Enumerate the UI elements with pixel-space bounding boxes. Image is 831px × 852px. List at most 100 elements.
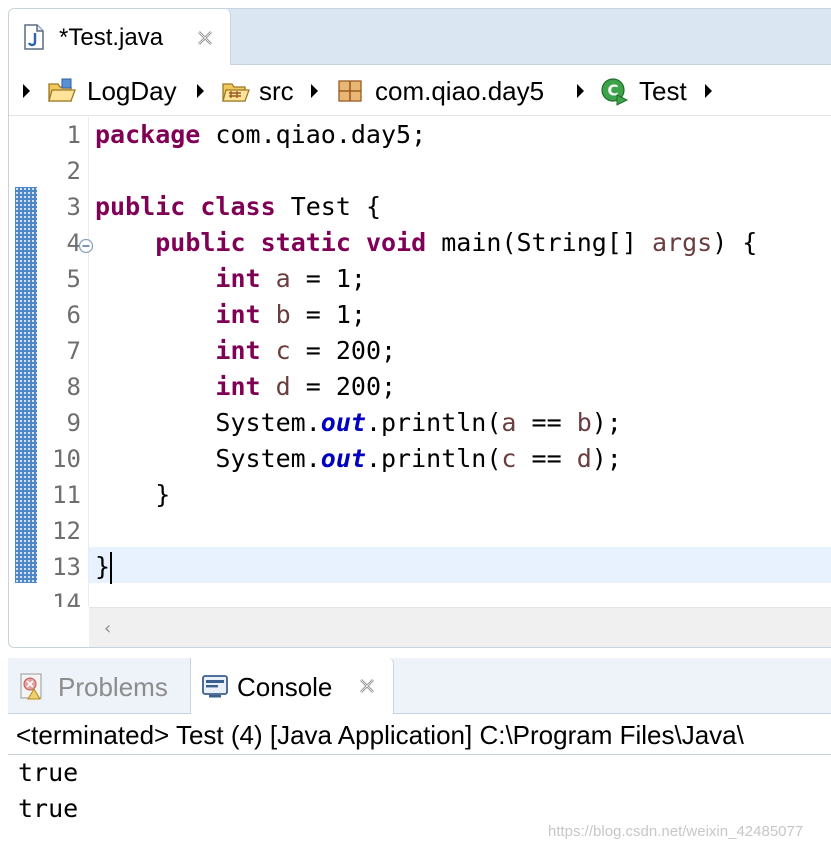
current-line-highlight (89, 547, 831, 583)
editor-tab-bar: *Test.java (9, 9, 831, 65)
code-text: ); (591, 444, 622, 473)
parameter: args (651, 228, 713, 257)
keyword: int (215, 336, 261, 365)
code-text: = 1; (290, 300, 366, 329)
breadcrumb-item-src[interactable]: src (221, 66, 294, 116)
divider (8, 754, 831, 755)
keyword: int (215, 300, 261, 329)
code-text: main(String[] (426, 228, 652, 257)
code-text: } (95, 552, 111, 581)
view-tab-bar: Problems Console (8, 658, 831, 714)
line-number: 14 (52, 589, 81, 607)
code-line-5: int a = 1; (95, 261, 366, 297)
scroll-left-button[interactable]: ‹ (104, 618, 111, 639)
line-number: 9 (66, 409, 81, 437)
code-text: == (516, 444, 577, 473)
breadcrumb-arrow[interactable] (577, 66, 584, 116)
line-number: 13 (52, 553, 81, 581)
code-line-9: System.out.println(a == b); (95, 405, 622, 441)
breadcrumb-arrow[interactable] (311, 66, 318, 116)
breadcrumb-arrow[interactable] (23, 66, 30, 116)
watermark: https://blog.csdn.net/weixin_42485077 (548, 823, 804, 840)
editor-tab-label: *Test.java (59, 24, 164, 51)
line-number: 6 (66, 301, 81, 329)
horizontal-scrollbar[interactable]: ‹ (89, 607, 831, 647)
tab-console[interactable]: Console (190, 658, 394, 714)
breadcrumb-item-project[interactable]: LogDay (47, 66, 177, 116)
line-number: 11 (52, 481, 81, 509)
line-number-gutter: 1 2 3 4 5 6 7 8 9 10 11 12 13 14 (37, 117, 94, 607)
text-caret (110, 552, 113, 584)
code-line-3: public class Test { (95, 189, 381, 225)
breadcrumb-label: com.qiao.day5 (375, 75, 545, 106)
editor-panel: *Test.java LogDay src com.qiao.day5 C Te… (8, 8, 831, 648)
line-number: 5 (66, 265, 81, 293)
console-icon (202, 675, 228, 698)
java-file-icon (24, 24, 44, 50)
code-line-11: } (95, 477, 170, 513)
code-text: = 200; (290, 336, 397, 365)
code-text: = 200; (290, 372, 397, 401)
code-text: com.qiao.day5; (200, 120, 427, 149)
line-number: 12 (52, 517, 81, 545)
code-text: Test { (275, 192, 381, 221)
breadcrumb-arrow[interactable] (197, 66, 204, 116)
code-line-1: package com.qiao.day5; (95, 117, 426, 153)
keyword: static (260, 228, 351, 257)
code-editor[interactable]: 1 2 3 4 5 6 7 8 9 10 11 12 13 14 package… (9, 117, 831, 607)
line-number: 7 (66, 337, 81, 365)
code-text: .println( (365, 408, 502, 437)
code-line-6: int b = 1; (95, 297, 366, 333)
static-field: out (320, 408, 366, 437)
line-number: 2 (66, 157, 81, 185)
breadcrumb-item-package[interactable]: com.qiao.day5 (335, 66, 544, 116)
line-number: 10 (52, 445, 81, 473)
breadcrumb-label: src (259, 75, 294, 106)
code-line-7: int c = 200; (95, 333, 396, 369)
code-line-13: } (95, 549, 113, 585)
code-text: } (155, 480, 171, 509)
breadcrumb-label: Test (639, 75, 687, 106)
breadcrumb-item-class[interactable]: C Test (599, 66, 687, 116)
line-number: 8 (66, 373, 81, 401)
code-line-4: public static void main(String[] args) { (95, 225, 757, 261)
keyword: public (155, 228, 246, 257)
console-status-header: <terminated> Test (4) [Java Application]… (16, 720, 744, 750)
source-folder-icon (222, 83, 250, 102)
local-variable: d (576, 444, 592, 473)
local-variable: c (275, 336, 291, 365)
console-panel: Problems Console <terminated> Test (4) [… (8, 658, 831, 852)
java-class-icon: C (601, 78, 629, 106)
fold-collapse-icon[interactable] (78, 238, 94, 254)
breadcrumb: LogDay src com.qiao.day5 C Test (9, 66, 831, 116)
line-number: 3 (66, 193, 81, 221)
static-field: out (320, 444, 366, 473)
close-icon[interactable] (357, 676, 377, 696)
console-output-line: true (18, 758, 79, 787)
package-icon (338, 80, 362, 102)
line-number: 4 (66, 229, 81, 257)
keyword: int (215, 264, 261, 293)
project-folder-icon (48, 78, 76, 102)
code-text: .println( (365, 444, 502, 473)
tab-label: Problems (58, 672, 168, 702)
code-line-8: int d = 200; (95, 369, 396, 405)
code-text: ); (591, 408, 622, 437)
local-variable: c (501, 444, 517, 473)
problems-icon (20, 673, 42, 700)
editor-tab-test-java[interactable]: *Test.java (9, 9, 231, 65)
tab-label: Console (237, 672, 333, 702)
code-text: == (516, 408, 577, 437)
line-number: 1 (66, 121, 81, 149)
local-variable: d (275, 372, 291, 401)
change-ruler (15, 187, 37, 583)
local-variable: a (275, 264, 291, 293)
keyword: void (365, 228, 427, 257)
console-output-line: true (18, 794, 79, 823)
local-variable: a (501, 408, 517, 437)
code-line-10: System.out.println(c == d); (95, 441, 622, 477)
local-variable: b (576, 408, 592, 437)
tab-problems[interactable]: Problems (8, 658, 188, 714)
breadcrumb-arrow[interactable] (705, 66, 712, 116)
close-icon[interactable] (195, 28, 215, 48)
